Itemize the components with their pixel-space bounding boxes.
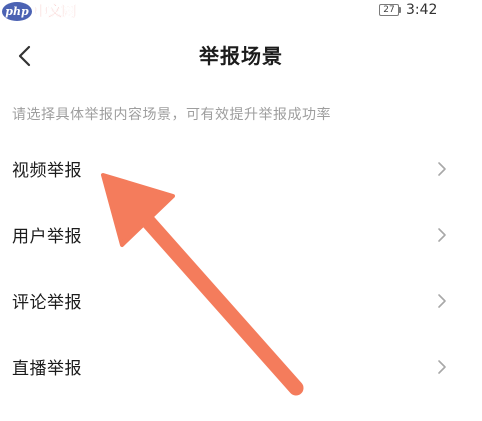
- list-item-label: 用户举报: [12, 227, 82, 247]
- list-item-label: 视频举报: [12, 161, 82, 181]
- report-scene-list: 视频举报 用户举报 评论举报 直播举报: [0, 136, 482, 400]
- header: 举报场景: [0, 32, 482, 80]
- chevron-right-icon: [438, 360, 446, 374]
- chevron-right-icon: [438, 162, 446, 176]
- list-item-live-report[interactable]: 直播举报: [0, 334, 482, 400]
- battery-icon: 27: [379, 4, 399, 16]
- watermark: php 中文网: [2, 1, 76, 21]
- back-button[interactable]: [6, 38, 42, 74]
- list-item-video-report[interactable]: 视频举报: [0, 136, 482, 202]
- watermark-logo: php: [2, 1, 32, 21]
- page-title: 举报场景: [199, 44, 283, 68]
- chevron-left-icon: [18, 45, 31, 67]
- list-item-comment-report[interactable]: 评论举报: [0, 268, 482, 334]
- chevron-right-icon: [438, 294, 446, 308]
- status-bar: php 中文网 27 3:42: [0, 0, 482, 22]
- watermark-text: 中文网: [34, 4, 76, 20]
- chevron-right-icon: [438, 228, 446, 242]
- battery-tip: [399, 7, 401, 13]
- hint-text: 请选择具体举报内容场景，可有效提升举报成功率: [12, 107, 331, 123]
- list-item-user-report[interactable]: 用户举报: [0, 202, 482, 268]
- list-item-label: 评论举报: [12, 293, 82, 313]
- list-item-label: 直播举报: [12, 359, 82, 379]
- status-time: 3:42: [406, 2, 438, 18]
